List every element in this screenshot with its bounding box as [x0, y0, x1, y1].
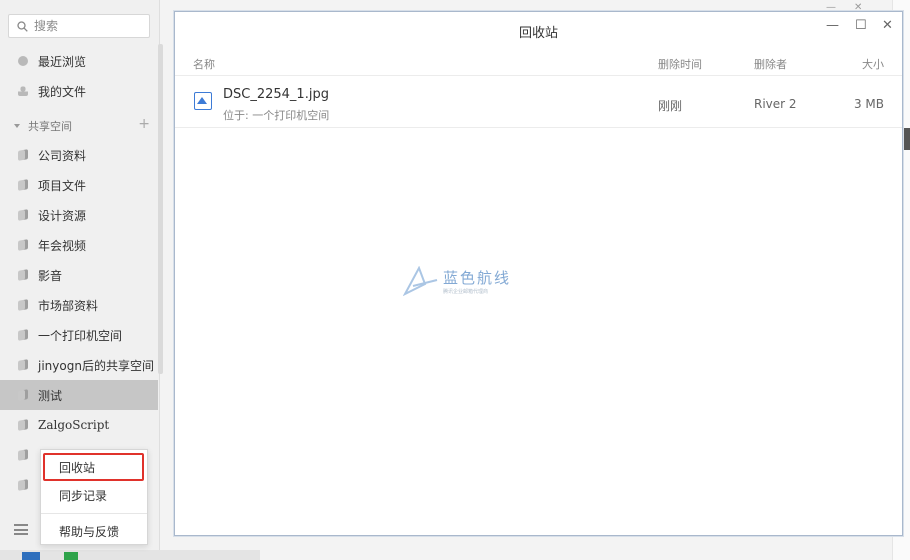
minimize-icon[interactable]: —: [826, 18, 839, 33]
table-header: 名称 删除时间 删除者 大小: [175, 50, 902, 76]
cube-icon: [18, 449, 28, 461]
cube-icon: [18, 389, 28, 401]
clock-icon: [18, 56, 28, 66]
sidebar-item-my-files[interactable]: 我的文件: [0, 76, 158, 106]
sidebar-item-label: 我的文件: [38, 84, 87, 99]
sidebar-nav: 最近浏览 我的文件 共享空间 + 公司资料 项目文件 设计资源 年会视频 影音 …: [0, 46, 158, 500]
menu-item-sync-log[interactable]: 同步记录: [41, 481, 147, 509]
sidebar-scrollbar[interactable]: [158, 44, 163, 374]
close-icon[interactable]: ✕: [882, 18, 893, 33]
cube-icon: [18, 419, 28, 431]
menu-item-recycle-bin[interactable]: 回收站: [43, 453, 144, 481]
sidebar-item-label: 影音: [38, 268, 63, 283]
file-location: 位于: 一个打印机空间: [223, 109, 330, 122]
sidebar-item-space[interactable]: 公司资料: [0, 140, 158, 170]
watermark-text: 蓝色航线 腾讯企业邮箱代理商: [443, 267, 511, 295]
deleted-time: 刚刚: [658, 99, 683, 113]
file-size: 3 MB: [853, 97, 884, 111]
sidebar-item-label: 一个打印机空间: [38, 328, 123, 343]
file-name: DSC_2254_1.jpg: [223, 87, 329, 102]
taskbar: [0, 550, 260, 560]
sidebar-item-space[interactable]: 影音: [0, 260, 158, 290]
cube-icon: [18, 209, 28, 221]
maximize-icon[interactable]: ☐: [855, 18, 867, 33]
sidebar-item-label: 项目文件: [38, 178, 87, 193]
sidebar-item-label: 测试: [38, 388, 63, 403]
sidebar-item-label: ZalgoScript: [38, 418, 110, 432]
cube-icon: [18, 239, 28, 251]
cube-icon: [18, 269, 28, 281]
column-header-deleted-by[interactable]: 删除者: [754, 56, 787, 72]
sidebar-item-space[interactable]: 设计资源: [0, 200, 158, 230]
column-header-deleted-time[interactable]: 删除时间: [658, 56, 702, 72]
sidebar-item-space[interactable]: 年会视频: [0, 230, 158, 260]
popup-menu: 回收站 同步记录 帮助与反馈: [40, 449, 148, 545]
sidebar-item-space[interactable]: jinyogn后的共享空间: [0, 350, 158, 380]
sidebar-item-space[interactable]: ZalgoScript: [0, 410, 158, 440]
sidebar-item-label: 设计资源: [38, 208, 87, 223]
sidebar-item-label: 公司资料: [38, 148, 87, 163]
search-box[interactable]: [8, 14, 150, 38]
column-header-size[interactable]: 大小: [862, 56, 884, 72]
menu-divider: [41, 513, 147, 514]
user-icon: [18, 86, 28, 96]
cube-icon: [18, 179, 28, 191]
cube-icon: [18, 329, 28, 341]
cube-icon: [18, 479, 28, 491]
image-file-icon: [194, 92, 212, 110]
collapse-triangle-icon: [14, 124, 20, 128]
search-input[interactable]: [34, 19, 134, 33]
sidebar-item-label: 市场部资料: [38, 298, 99, 313]
section-label: 共享空间: [28, 120, 72, 133]
watermark-title: 蓝色航线: [443, 269, 512, 287]
sidebar-item-space[interactable]: 一个打印机空间: [0, 320, 158, 350]
hamburger-menu-icon[interactable]: [14, 524, 28, 535]
paper-plane-logo-icon: [403, 266, 438, 296]
window-title: 回收站: [518, 26, 558, 41]
watermark: 蓝色航线 腾讯企业邮箱代理商: [403, 266, 511, 296]
sidebar-item-label: 年会视频: [38, 238, 87, 253]
column-header-name[interactable]: 名称: [193, 56, 215, 72]
deleted-by: River 2: [754, 97, 797, 111]
sidebar-item-label: 最近浏览: [38, 54, 87, 69]
table-row[interactable]: DSC_2254_1.jpg 位于: 一个打印机空间 刚刚 River 2 3 …: [175, 78, 902, 128]
cube-icon: [18, 149, 28, 161]
shared-space-header[interactable]: 共享空间 +: [0, 112, 158, 140]
sidebar-item-recent[interactable]: 最近浏览: [0, 46, 158, 76]
watermark-subtitle: 腾讯企业邮箱代理商: [443, 289, 489, 295]
sidebar-item-space-active[interactable]: 测试: [0, 380, 158, 410]
cube-icon: [18, 299, 28, 311]
search-icon: [17, 20, 28, 32]
add-space-icon[interactable]: +: [138, 116, 150, 132]
taskbar-app-icon[interactable]: [22, 552, 40, 560]
menu-item-help-feedback[interactable]: 帮助与反馈: [41, 517, 147, 545]
recycle-bin-window: 回收站 — ☐ ✕ 名称 删除时间 删除者 大小 DSC_2254_1.jpg …: [174, 11, 903, 536]
cube-icon: [18, 359, 28, 371]
sidebar-item-space[interactable]: 市场部资料: [0, 290, 158, 320]
sidebar-item-label: jinyogn后的共享空间: [38, 358, 154, 373]
taskbar-app-icon[interactable]: [64, 552, 78, 560]
sidebar-item-space[interactable]: 项目文件: [0, 170, 158, 200]
